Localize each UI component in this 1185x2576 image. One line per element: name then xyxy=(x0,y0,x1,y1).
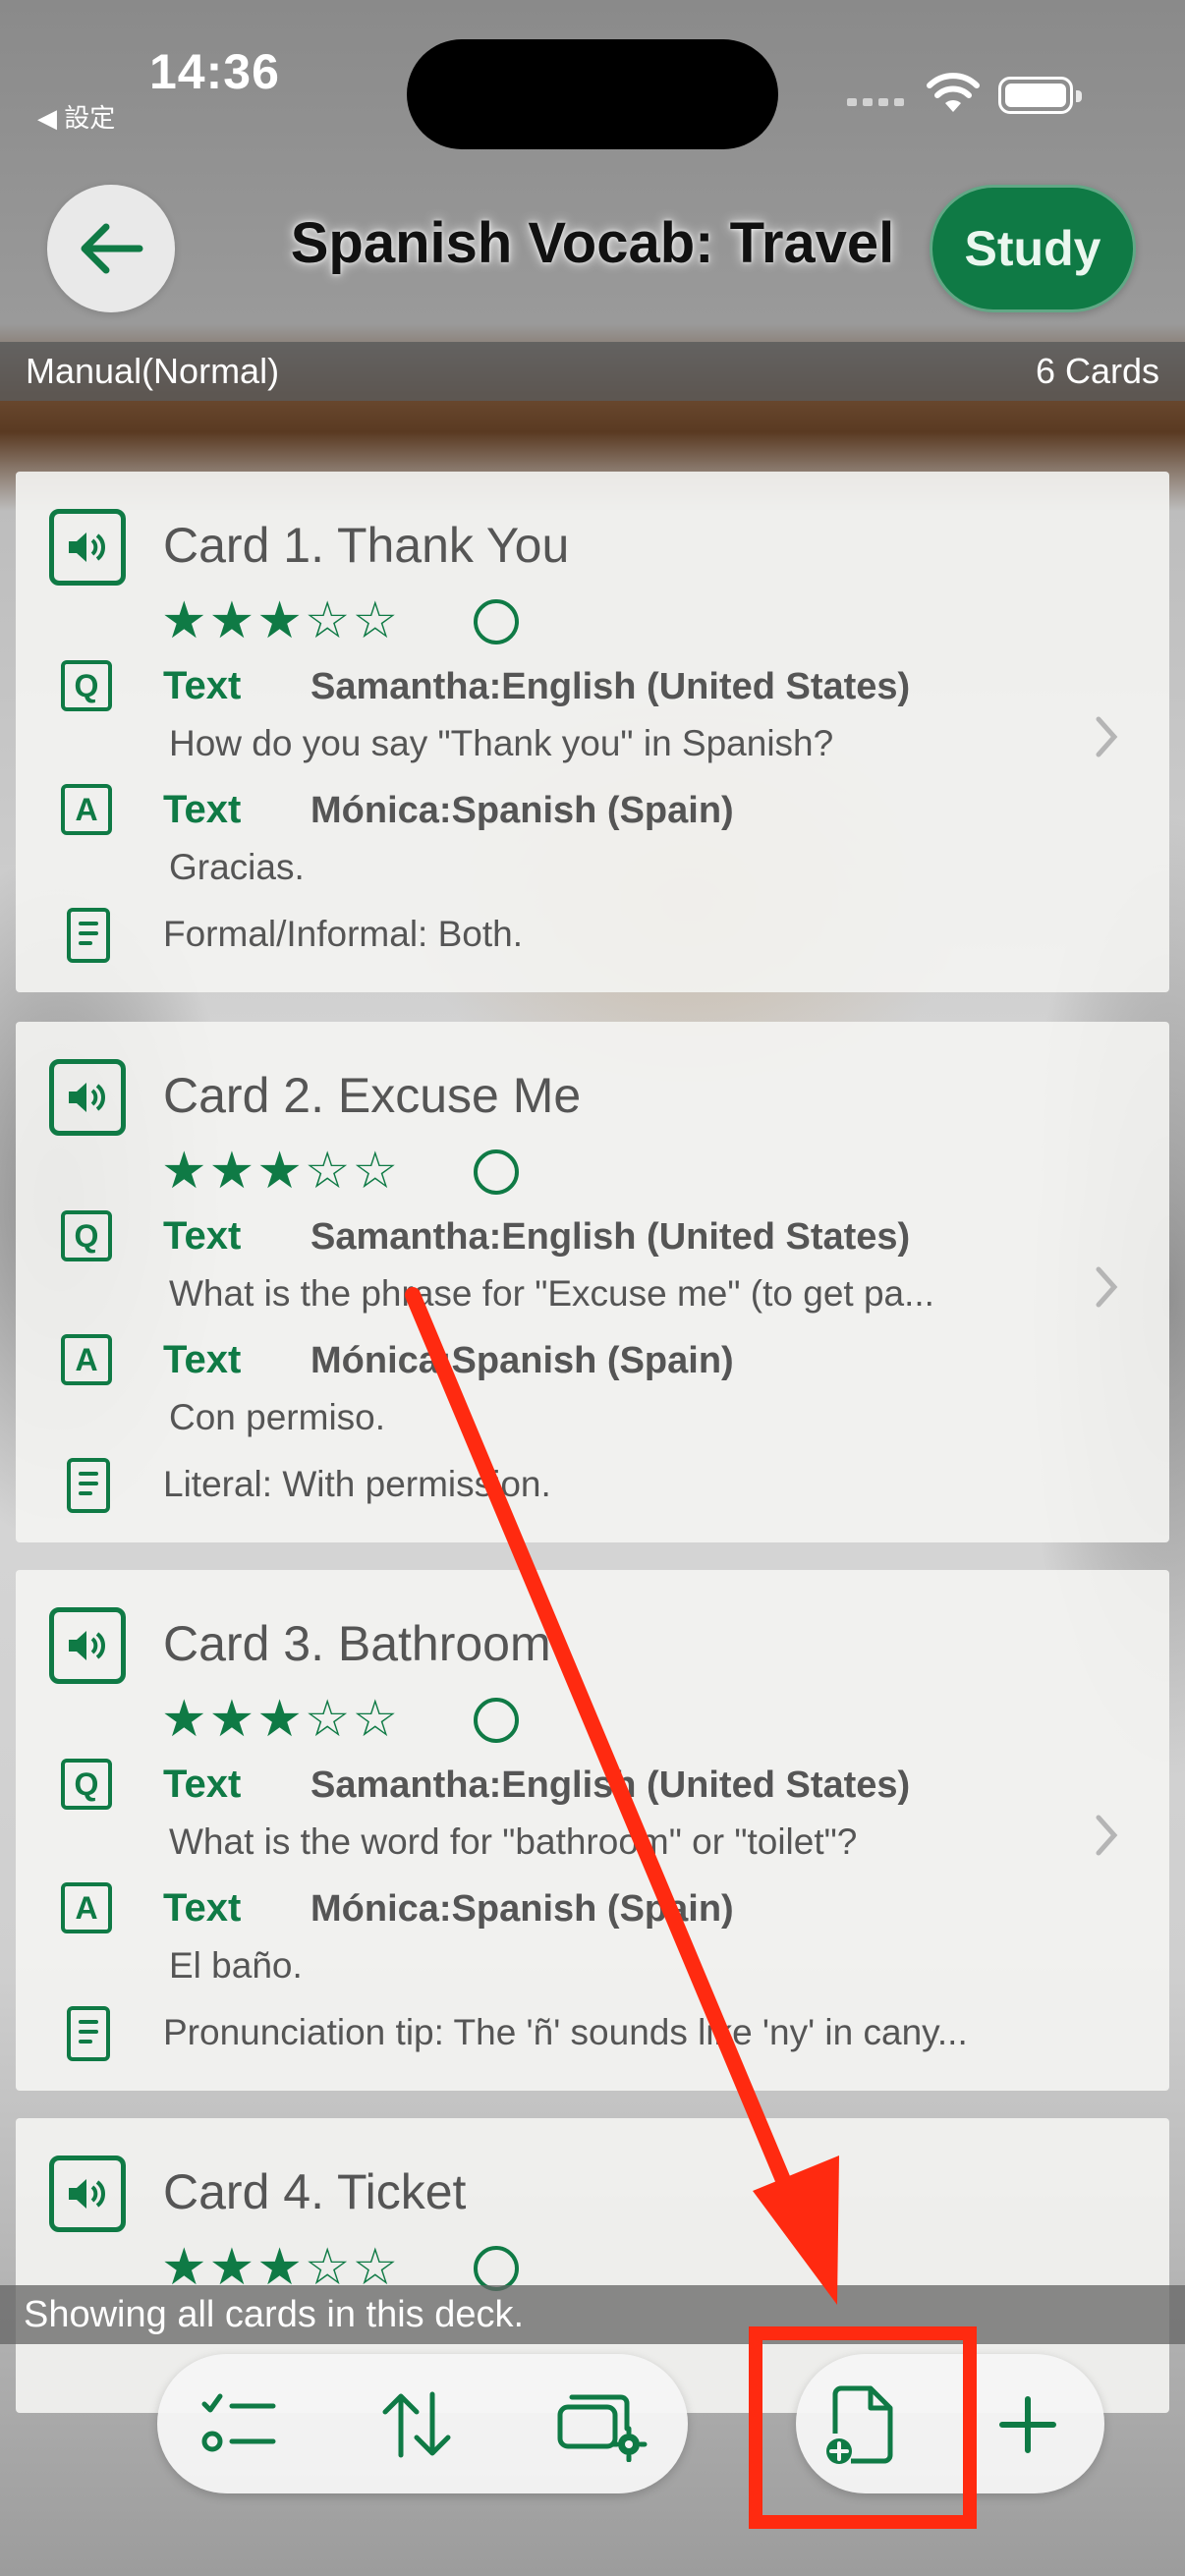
note-icon xyxy=(67,1458,110,1513)
sort-button[interactable] xyxy=(369,2378,464,2472)
status-time: 14:36 xyxy=(149,44,280,99)
answer-voice: Mónica:Spanish (Spain) xyxy=(310,1340,734,1381)
card-title: Card 1. Thank You xyxy=(163,518,570,573)
status-circle-icon xyxy=(474,1149,519,1195)
rating-stars: ★★★☆☆ xyxy=(161,1691,401,1748)
note-text: Formal/Informal: Both. xyxy=(163,914,524,954)
speaker-icon[interactable] xyxy=(49,1607,126,1684)
rating-stars: ★★★☆☆ xyxy=(161,1143,401,1200)
deck-settings-button[interactable] xyxy=(556,2378,650,2472)
card-item[interactable]: Card 3. Bathroom ★★★☆☆ Q Text Samantha:E… xyxy=(16,1570,1169,2091)
note-icon xyxy=(67,2006,110,2061)
answer-icon: A xyxy=(61,1882,112,1933)
question-icon: Q xyxy=(61,660,112,711)
back-button[interactable] xyxy=(47,185,175,312)
chevron-right-icon xyxy=(1096,716,1118,757)
question-type: Text xyxy=(163,664,242,707)
card-title: Card 4. Ticket xyxy=(163,2164,467,2219)
card-item[interactable]: Card 2. Excuse Me ★★★☆☆ Q Text Samantha:… xyxy=(16,1022,1169,1542)
chevron-right-icon xyxy=(1096,1815,1118,1856)
sort-icon xyxy=(382,2391,451,2458)
rating-stars: ★★★☆☆ xyxy=(161,592,401,649)
add-card-button[interactable] xyxy=(981,2378,1075,2472)
note-text: Pronunciation tip: The 'ñ' sounds like '… xyxy=(163,2012,968,2052)
status-circle-icon xyxy=(474,1698,519,1743)
answer-voice: Mónica:Spanish (Spain) xyxy=(310,790,734,831)
question-text: What is the phrase for "Excuse me" (to g… xyxy=(169,1273,934,1314)
question-voice: Samantha:English (United States) xyxy=(310,1216,911,1258)
deck-info-bar: Manual(Normal) 6 Cards xyxy=(0,342,1185,401)
question-type: Text xyxy=(163,1763,242,1806)
chevron-right-icon xyxy=(1096,1266,1118,1308)
answer-voice: Mónica:Spanish (Spain) xyxy=(310,1888,734,1930)
card-title: Card 2. Excuse Me xyxy=(163,1068,582,1123)
question-voice: Samantha:English (United States) xyxy=(310,666,911,707)
question-voice: Samantha:English (United States) xyxy=(310,1764,911,1806)
speaker-icon[interactable] xyxy=(49,2156,126,2232)
battery-icon xyxy=(998,77,1082,114)
speaker-icon[interactable] xyxy=(49,1059,126,1136)
answer-text: El baño. xyxy=(169,1945,303,1986)
wifi-icon xyxy=(927,73,980,112)
card-title: Card 3. Bathroom xyxy=(163,1616,551,1671)
cellular-icon xyxy=(847,98,904,106)
question-icon: Q xyxy=(61,1210,112,1261)
answer-icon: A xyxy=(61,1334,112,1385)
checklist-icon xyxy=(201,2393,276,2452)
deck-settings-icon xyxy=(557,2394,648,2462)
answer-type: Text xyxy=(163,788,242,831)
card-count: 6 Cards xyxy=(1035,351,1159,391)
filter-status-message: Showing all cards in this deck. xyxy=(0,2285,1185,2344)
dynamic-island xyxy=(407,39,778,149)
add-icon xyxy=(999,2396,1056,2453)
answer-text: Gracias. xyxy=(169,847,305,887)
arrow-left-icon xyxy=(81,223,143,274)
question-icon: Q xyxy=(61,1759,112,1810)
study-mode-label: Manual(Normal) xyxy=(26,351,280,391)
status-back-link[interactable]: ◀ 設定 xyxy=(37,98,115,135)
question-text: What is the word for "bathroom" or "toil… xyxy=(169,1821,858,1862)
card-item[interactable]: Card 1. Thank You ★★★☆☆ Q Text Samantha:… xyxy=(16,472,1169,992)
speaker-icon[interactable] xyxy=(49,509,126,586)
question-type: Text xyxy=(163,1214,242,1258)
page-title: Spanish Vocab: Travel xyxy=(290,211,895,275)
annotation-highlight-box xyxy=(749,2326,977,2529)
note-text: Literal: With permission. xyxy=(163,1464,551,1504)
note-icon xyxy=(67,908,110,963)
status-circle-icon xyxy=(474,599,519,644)
study-button[interactable]: Study xyxy=(930,185,1136,312)
checklist-button[interactable] xyxy=(193,2378,287,2472)
answer-type: Text xyxy=(163,1338,242,1381)
answer-type: Text xyxy=(163,1886,242,1930)
answer-text: Con permiso. xyxy=(169,1397,386,1437)
question-text: How do you say "Thank you" in Spanish? xyxy=(169,723,834,763)
answer-icon: A xyxy=(61,784,112,835)
